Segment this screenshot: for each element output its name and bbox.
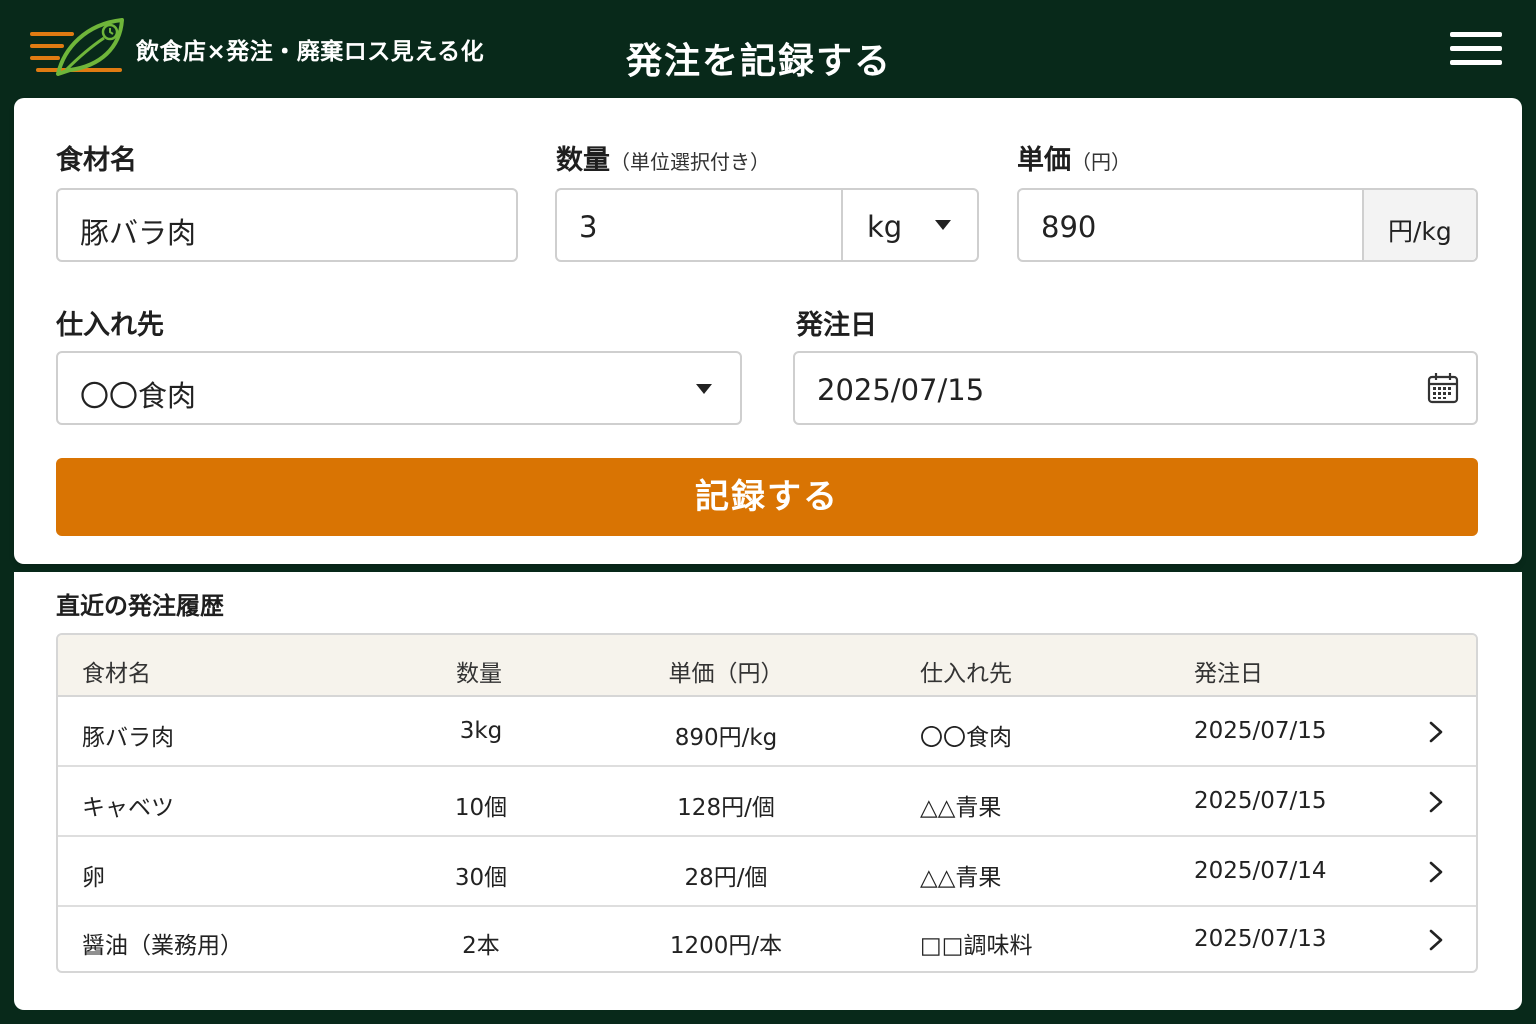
row-date: 2025/07/15 <box>1194 718 1327 744</box>
record-submit-button[interactable]: 記録する <box>56 458 1478 536</box>
unit-price-addon: 円/kg <box>1362 190 1476 260</box>
unit-select-value: kg <box>867 210 903 244</box>
unit-price-label: 単価（円） <box>1017 145 1131 176</box>
row-name: キャベツ <box>82 795 174 821</box>
row-qty: 10個 <box>454 795 508 821</box>
column-header-date: 発注日 <box>1194 661 1263 687</box>
row-supplier: 〇〇食肉 <box>920 725 1012 751</box>
row-price: 128円/個 <box>677 795 775 821</box>
row-price: 28円/個 <box>684 865 768 891</box>
order-history-table: 食材名 数量 単価（円） 仕入れ先 発注日 豚バラ肉 3kg 890円/kg 〇… <box>56 633 1478 973</box>
page-title: 発注を記録する <box>626 41 893 82</box>
row-qty: 2本 <box>462 933 500 959</box>
calendar-icon[interactable] <box>1426 371 1460 405</box>
quantity-input[interactable]: 3 kg <box>555 188 979 262</box>
ingredient-label: 食材名 <box>56 145 137 176</box>
hamburger-menu-icon[interactable] <box>1450 30 1502 68</box>
app-header: 飲食店×発注・廃棄ロス見える化 発注を記録する <box>0 0 1536 98</box>
row-supplier: △△青果 <box>920 795 1002 821</box>
column-header-qty: 数量 <box>456 661 502 687</box>
quantity-value: 3 <box>579 210 598 244</box>
column-header-supplier: 仕入れ先 <box>920 661 1012 687</box>
table-row[interactable]: 醤油（業務用） 2本 1200円/本 □□調味料 2025/07/13 <box>58 907 1476 971</box>
row-name: 醤油（業務用） <box>82 933 243 959</box>
row-supplier: △△青果 <box>920 865 1002 891</box>
chevron-down-icon <box>696 384 712 394</box>
table-row[interactable]: 卵 30個 28円/個 △△青果 2025/07/14 <box>58 837 1476 907</box>
row-date: 2025/07/15 <box>1194 788 1327 814</box>
order-date-value: 2025/07/15 <box>817 373 985 407</box>
table-row[interactable]: 豚バラ肉 3kg 890円/kg 〇〇食肉 2025/07/15 <box>58 697 1476 767</box>
chevron-right-icon[interactable] <box>1428 929 1444 951</box>
quantity-label: 数量（単位選択付き） <box>556 145 770 176</box>
column-header-price: 単価（円） <box>668 661 784 687</box>
row-name: 卵 <box>82 865 105 891</box>
unit-select[interactable]: kg <box>841 190 977 260</box>
quantity-sublabel: （単位選択付き） <box>610 150 770 174</box>
table-row[interactable]: キャベツ 10個 128円/個 △△青果 2025/07/15 <box>58 767 1476 837</box>
leaf-lines-logo-icon <box>30 18 124 76</box>
ingredient-value: 豚バラ肉 <box>80 216 197 250</box>
row-supplier: □□調味料 <box>920 933 1033 959</box>
chevron-right-icon[interactable] <box>1428 861 1444 883</box>
row-price: 1200円/本 <box>669 933 783 959</box>
order-form: 食材名 豚バラ肉 数量（単位選択付き） 3 kg 単価（円） 890 円/kg … <box>14 98 1522 564</box>
chevron-down-icon <box>935 220 951 230</box>
chevron-right-icon[interactable] <box>1428 721 1444 743</box>
column-header-name: 食材名 <box>82 661 151 687</box>
chevron-right-icon[interactable] <box>1428 791 1444 813</box>
supplier-label: 仕入れ先 <box>56 310 164 341</box>
unit-price-value: 890 <box>1041 210 1097 244</box>
brand-name: 飲食店×発注・廃棄ロス見える化 <box>136 39 485 65</box>
order-date-label: 発注日 <box>796 310 877 341</box>
unit-price-input[interactable]: 890 円/kg <box>1017 188 1478 262</box>
supplier-value: 〇〇食肉 <box>80 379 197 413</box>
ingredient-input[interactable]: 豚バラ肉 <box>56 188 518 262</box>
order-date-input[interactable]: 2025/07/15 <box>793 351 1478 425</box>
row-qty: 30個 <box>454 865 508 891</box>
row-qty: 3kg <box>459 718 503 744</box>
history-title: 直近の発注履歴 <box>56 592 224 620</box>
row-price: 890円/kg <box>674 725 778 751</box>
table-header: 食材名 数量 単価（円） 仕入れ先 発注日 <box>58 635 1476 697</box>
supplier-select[interactable]: 〇〇食肉 <box>56 351 742 425</box>
row-date: 2025/07/14 <box>1194 858 1327 884</box>
row-date: 2025/07/13 <box>1194 926 1327 952</box>
row-name: 豚バラ肉 <box>82 725 174 751</box>
unit-price-sublabel: （円） <box>1071 150 1131 174</box>
